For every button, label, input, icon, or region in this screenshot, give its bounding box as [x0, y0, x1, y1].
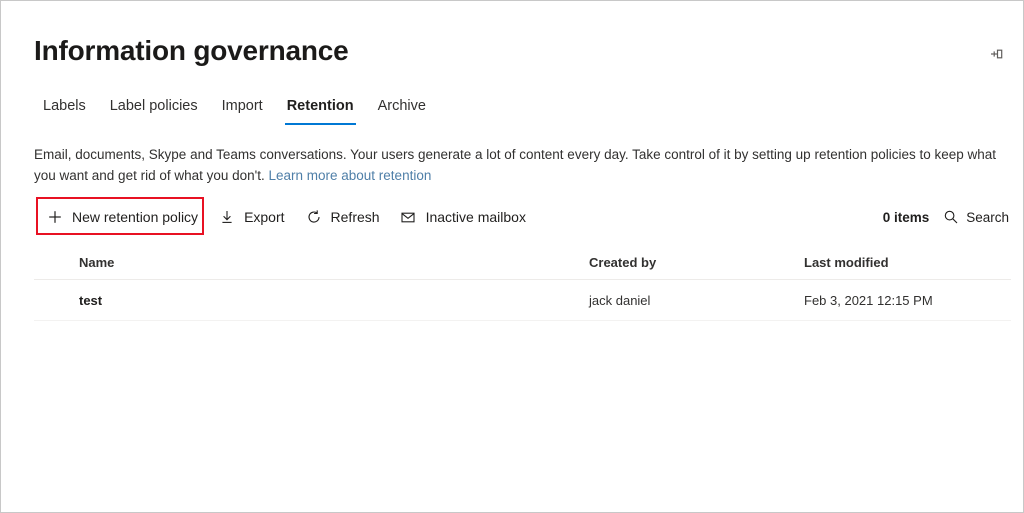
command-bar-right: 0 items Search	[883, 200, 1009, 234]
new-retention-policy-label: New retention policy	[72, 209, 199, 225]
tab-label: Label policies	[109, 98, 198, 114]
list-header-row: Name Created by Last modified	[34, 246, 1011, 280]
search-input[interactable]: Search	[943, 202, 1009, 232]
tab-label: Import	[221, 98, 263, 114]
refresh-icon	[305, 208, 323, 226]
table-row[interactable]: test jack daniel Feb 3, 2021 12:15 PM	[34, 280, 1011, 321]
column-header-last-modified[interactable]: Last modified	[804, 255, 1011, 270]
page-title: Information governance	[34, 35, 349, 66]
items-count: 0 items	[882, 209, 930, 225]
refresh-label: Refresh	[330, 209, 380, 225]
tab-archive[interactable]: Archive	[366, 97, 438, 125]
tab-label: Labels	[43, 98, 86, 114]
learn-more-link[interactable]: Learn more about retention	[268, 168, 431, 183]
tab-label: Retention	[286, 98, 354, 114]
column-header-name[interactable]: Name	[79, 255, 589, 270]
pin-icon	[988, 45, 1006, 63]
cell-last-modified: Feb 3, 2021 12:15 PM	[804, 292, 933, 308]
tab-import[interactable]: Import	[210, 97, 275, 125]
retention-policy-list: Name Created by Last modified test jack …	[34, 246, 1011, 321]
column-header-created-by[interactable]: Created by	[589, 255, 804, 270]
tab-label: Archive	[377, 98, 426, 114]
tab-bar: Labels Label policies Import Retention A…	[34, 97, 438, 125]
tab-label-policies[interactable]: Label policies	[98, 97, 210, 125]
search-icon	[943, 209, 959, 225]
description-body: Email, documents, Skype and Teams conver…	[34, 147, 997, 183]
cell-name: test	[79, 292, 103, 308]
tab-labels[interactable]: Labels	[34, 97, 98, 125]
new-retention-policy-button[interactable]: New retention policy	[36, 200, 208, 234]
command-bar: New retention policy Export Refresh Inac…	[36, 200, 536, 234]
pin-button[interactable]	[983, 41, 1011, 67]
mail-icon	[400, 208, 418, 226]
inactive-mailbox-label: Inactive mailbox	[425, 209, 526, 225]
cell-created-by: jack daniel	[589, 292, 651, 308]
search-placeholder: Search	[966, 209, 1009, 225]
download-icon	[218, 208, 236, 226]
inactive-mailbox-button[interactable]: Inactive mailbox	[390, 200, 536, 234]
refresh-button[interactable]: Refresh	[295, 200, 390, 234]
export-label: Export	[244, 209, 285, 225]
information-governance-window: Information governance Labels Label poli…	[0, 0, 1024, 513]
tab-retention[interactable]: Retention	[275, 97, 366, 125]
export-button[interactable]: Export	[208, 200, 294, 234]
description-text: Email, documents, Skype and Teams conver…	[34, 144, 1014, 186]
plus-icon	[46, 208, 64, 226]
